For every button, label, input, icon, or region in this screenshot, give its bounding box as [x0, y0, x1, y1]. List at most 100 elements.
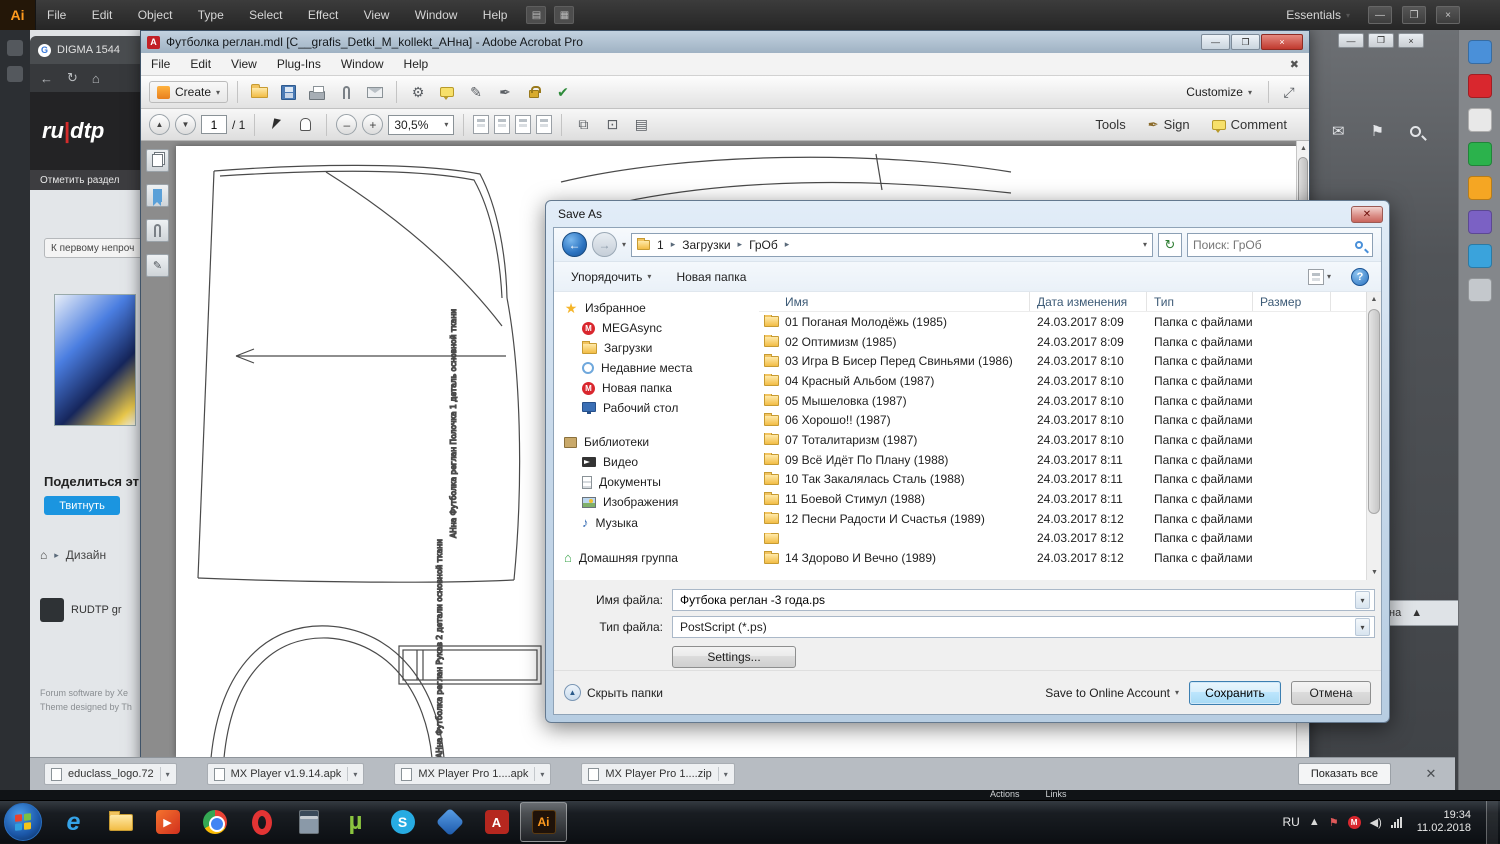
- pencil-icon[interactable]: ✎: [464, 80, 488, 104]
- gear-icon[interactable]: ⚙: [406, 80, 430, 104]
- ai-arrange-icon[interactable]: ▦: [554, 6, 574, 24]
- ai-close-button[interactable]: ×: [1436, 6, 1460, 24]
- sidebar-item-megasync[interactable]: M MEGAsync: [554, 318, 759, 338]
- forum-thumbnail[interactable]: [54, 294, 136, 426]
- menu-links[interactable]: Links: [1046, 790, 1067, 799]
- chevron-down-icon[interactable]: ▾: [1355, 591, 1370, 609]
- flag-icon[interactable]: ⚑: [1371, 122, 1384, 140]
- volume-icon[interactable]: ◀): [1370, 816, 1382, 829]
- file-row[interactable]: 12 Песни Радости И Счастья (1989)24.03.2…: [759, 509, 1366, 529]
- fit-page-icon[interactable]: [536, 115, 552, 134]
- show-hidden-icons[interactable]: ▲: [1309, 816, 1320, 828]
- file-row[interactable]: 07 Тоталитаризм (1987)24.03.2017 8:10Пап…: [759, 430, 1366, 450]
- close-icon[interactable]: ✕: [1351, 206, 1383, 223]
- ai-menu-effect[interactable]: Effect: [297, 0, 349, 30]
- taskbar-media-player-icon[interactable]: ▶: [144, 802, 191, 842]
- side-tool-icon[interactable]: [1468, 176, 1492, 200]
- ai-maximize-button[interactable]: ❐: [1402, 6, 1426, 24]
- open-icon[interactable]: [247, 80, 271, 104]
- previous-page-icon[interactable]: ▲: [149, 114, 170, 135]
- sidebar-item-videos[interactable]: Видео: [554, 452, 759, 472]
- side-tool-icon[interactable]: [1468, 278, 1492, 302]
- continuous-view-icon[interactable]: [494, 115, 510, 134]
- file-row[interactable]: 06 Хорошо!! (1987)24.03.2017 8:10Папка с…: [759, 410, 1366, 430]
- file-row[interactable]: 04 Красный Альбом (1987)24.03.2017 8:10П…: [759, 371, 1366, 391]
- tweet-button[interactable]: Твитнуть: [44, 496, 120, 515]
- forward-button[interactable]: →: [592, 232, 617, 257]
- create-button[interactable]: Create ▾: [149, 81, 228, 103]
- language-indicator[interactable]: RU: [1283, 815, 1300, 829]
- download-item[interactable]: MX Player v1.9.14.apk ▾: [207, 763, 365, 785]
- scroll-up-icon[interactable]: ▲: [1297, 141, 1310, 155]
- save-online-dropdown[interactable]: Save to Online Account ▾: [1045, 686, 1179, 700]
- scrollbar-thumb[interactable]: [1368, 309, 1380, 514]
- sidebar-group-libraries[interactable]: Библиотеки: [554, 432, 759, 452]
- download-item[interactable]: educlass_logo.72 ▾: [44, 763, 177, 785]
- file-row[interactable]: 11 Боевой Стимул (1988)24.03.2017 8:11Па…: [759, 489, 1366, 509]
- sign-pen-icon[interactable]: ✒: [493, 80, 517, 104]
- file-row[interactable]: 09 Всё Идёт По Плану (1988)24.03.2017 8:…: [759, 450, 1366, 470]
- taskbar-acrobat-icon[interactable]: A: [473, 802, 520, 842]
- file-row[interactable]: 14 Здорово И Вечно (1989)24.03.2017 8:12…: [759, 548, 1366, 568]
- ai-menu-view[interactable]: View: [353, 0, 401, 30]
- chevron-down-icon[interactable]: ▾: [718, 767, 728, 781]
- side-tool-icon[interactable]: [1468, 40, 1492, 64]
- sidebar-item-music[interactable]: ♪ Музыка: [554, 512, 759, 533]
- show-desktop-button[interactable]: [1486, 801, 1498, 844]
- start-button[interactable]: [4, 803, 42, 841]
- filename-input[interactable]: [680, 593, 1355, 607]
- scroll-down-icon[interactable]: ▼: [1367, 565, 1381, 580]
- search-icon[interactable]: [1410, 126, 1421, 137]
- file-row[interactable]: 03 Игра В Бисер Перед Свиньями (1986)24.…: [759, 351, 1366, 371]
- side-tool-icon[interactable]: [1468, 142, 1492, 166]
- fit-width-icon[interactable]: [515, 115, 531, 134]
- file-row[interactable]: 10 Так Закалялась Сталь (1988)24.03.2017…: [759, 470, 1366, 490]
- minimize-button[interactable]: —: [1201, 34, 1230, 50]
- settings-button[interactable]: Settings...: [672, 646, 796, 668]
- help-button[interactable]: ?: [1351, 268, 1369, 286]
- sidebar-item-recent[interactable]: Недавние места: [554, 358, 759, 378]
- approve-icon[interactable]: ✔: [551, 80, 575, 104]
- list-scrollbar[interactable]: ▲ ▼: [1366, 292, 1381, 580]
- clock[interactable]: 19:34 11.02.2018: [1411, 809, 1477, 835]
- chevron-down-icon[interactable]: ▾: [160, 767, 170, 781]
- chevron-down-icon[interactable]: ▾: [347, 767, 357, 781]
- menu-edit[interactable]: Edit: [180, 57, 221, 71]
- minimize-button[interactable]: —: [1338, 33, 1364, 48]
- flag-icon[interactable]: ⚑: [1329, 816, 1339, 829]
- customize-button[interactable]: Customize ▾: [1178, 81, 1260, 103]
- page-thumbnails-icon[interactable]: [146, 149, 169, 172]
- ai-menu-select[interactable]: Select: [238, 0, 293, 30]
- taskbar-calculator-icon[interactable]: [285, 802, 332, 842]
- first-unread-button[interactable]: К первому непроч: [44, 238, 146, 258]
- filetype-combobox[interactable]: PostScript (*.ps) ▾: [672, 616, 1375, 638]
- maximize-button[interactable]: ❐: [1368, 33, 1394, 48]
- sidebar-item-documents[interactable]: Документы: [554, 472, 759, 492]
- history-chevron-icon[interactable]: ▾: [622, 240, 626, 249]
- menu-actions[interactable]: Actions: [990, 790, 1020, 799]
- comment-bubble-icon[interactable]: [435, 80, 459, 104]
- breadcrumb-downloads[interactable]: Загрузки: [678, 237, 734, 253]
- organize-button[interactable]: Упорядочить▾: [566, 267, 656, 287]
- profile-row[interactable]: RUDTP gr: [40, 598, 122, 622]
- attachment-icon[interactable]: [334, 80, 358, 104]
- sidebar-item-pictures[interactable]: Изображения: [554, 492, 759, 512]
- two-page-view-icon[interactable]: ⧉: [571, 113, 595, 137]
- sidebar-item-new-folder[interactable]: M Новая папка: [554, 378, 759, 398]
- ai-menu-file[interactable]: File: [36, 0, 77, 30]
- ai-menu-type[interactable]: Type: [187, 0, 235, 30]
- file-row[interactable]: 01 Поганая Молодёжь (1985)24.03.2017 8:0…: [759, 312, 1366, 332]
- attachments-icon[interactable]: [146, 219, 169, 242]
- ai-menu-object[interactable]: Object: [127, 0, 184, 30]
- next-page-icon[interactable]: ▼: [175, 114, 196, 135]
- signatures-icon[interactable]: ✎: [146, 254, 169, 277]
- home-icon[interactable]: ⌂: [40, 548, 47, 562]
- menu-view[interactable]: View: [221, 57, 267, 71]
- mark-section-link[interactable]: Отметить раздел: [30, 170, 150, 190]
- menu-window[interactable]: Window: [331, 57, 394, 71]
- close-button[interactable]: ×: [1398, 33, 1424, 48]
- search-box[interactable]: [1187, 233, 1373, 257]
- column-header-name[interactable]: Имя: [759, 292, 1030, 311]
- refresh-icon[interactable]: ↻: [1158, 233, 1182, 257]
- breadcrumb-root[interactable]: 1: [653, 237, 668, 253]
